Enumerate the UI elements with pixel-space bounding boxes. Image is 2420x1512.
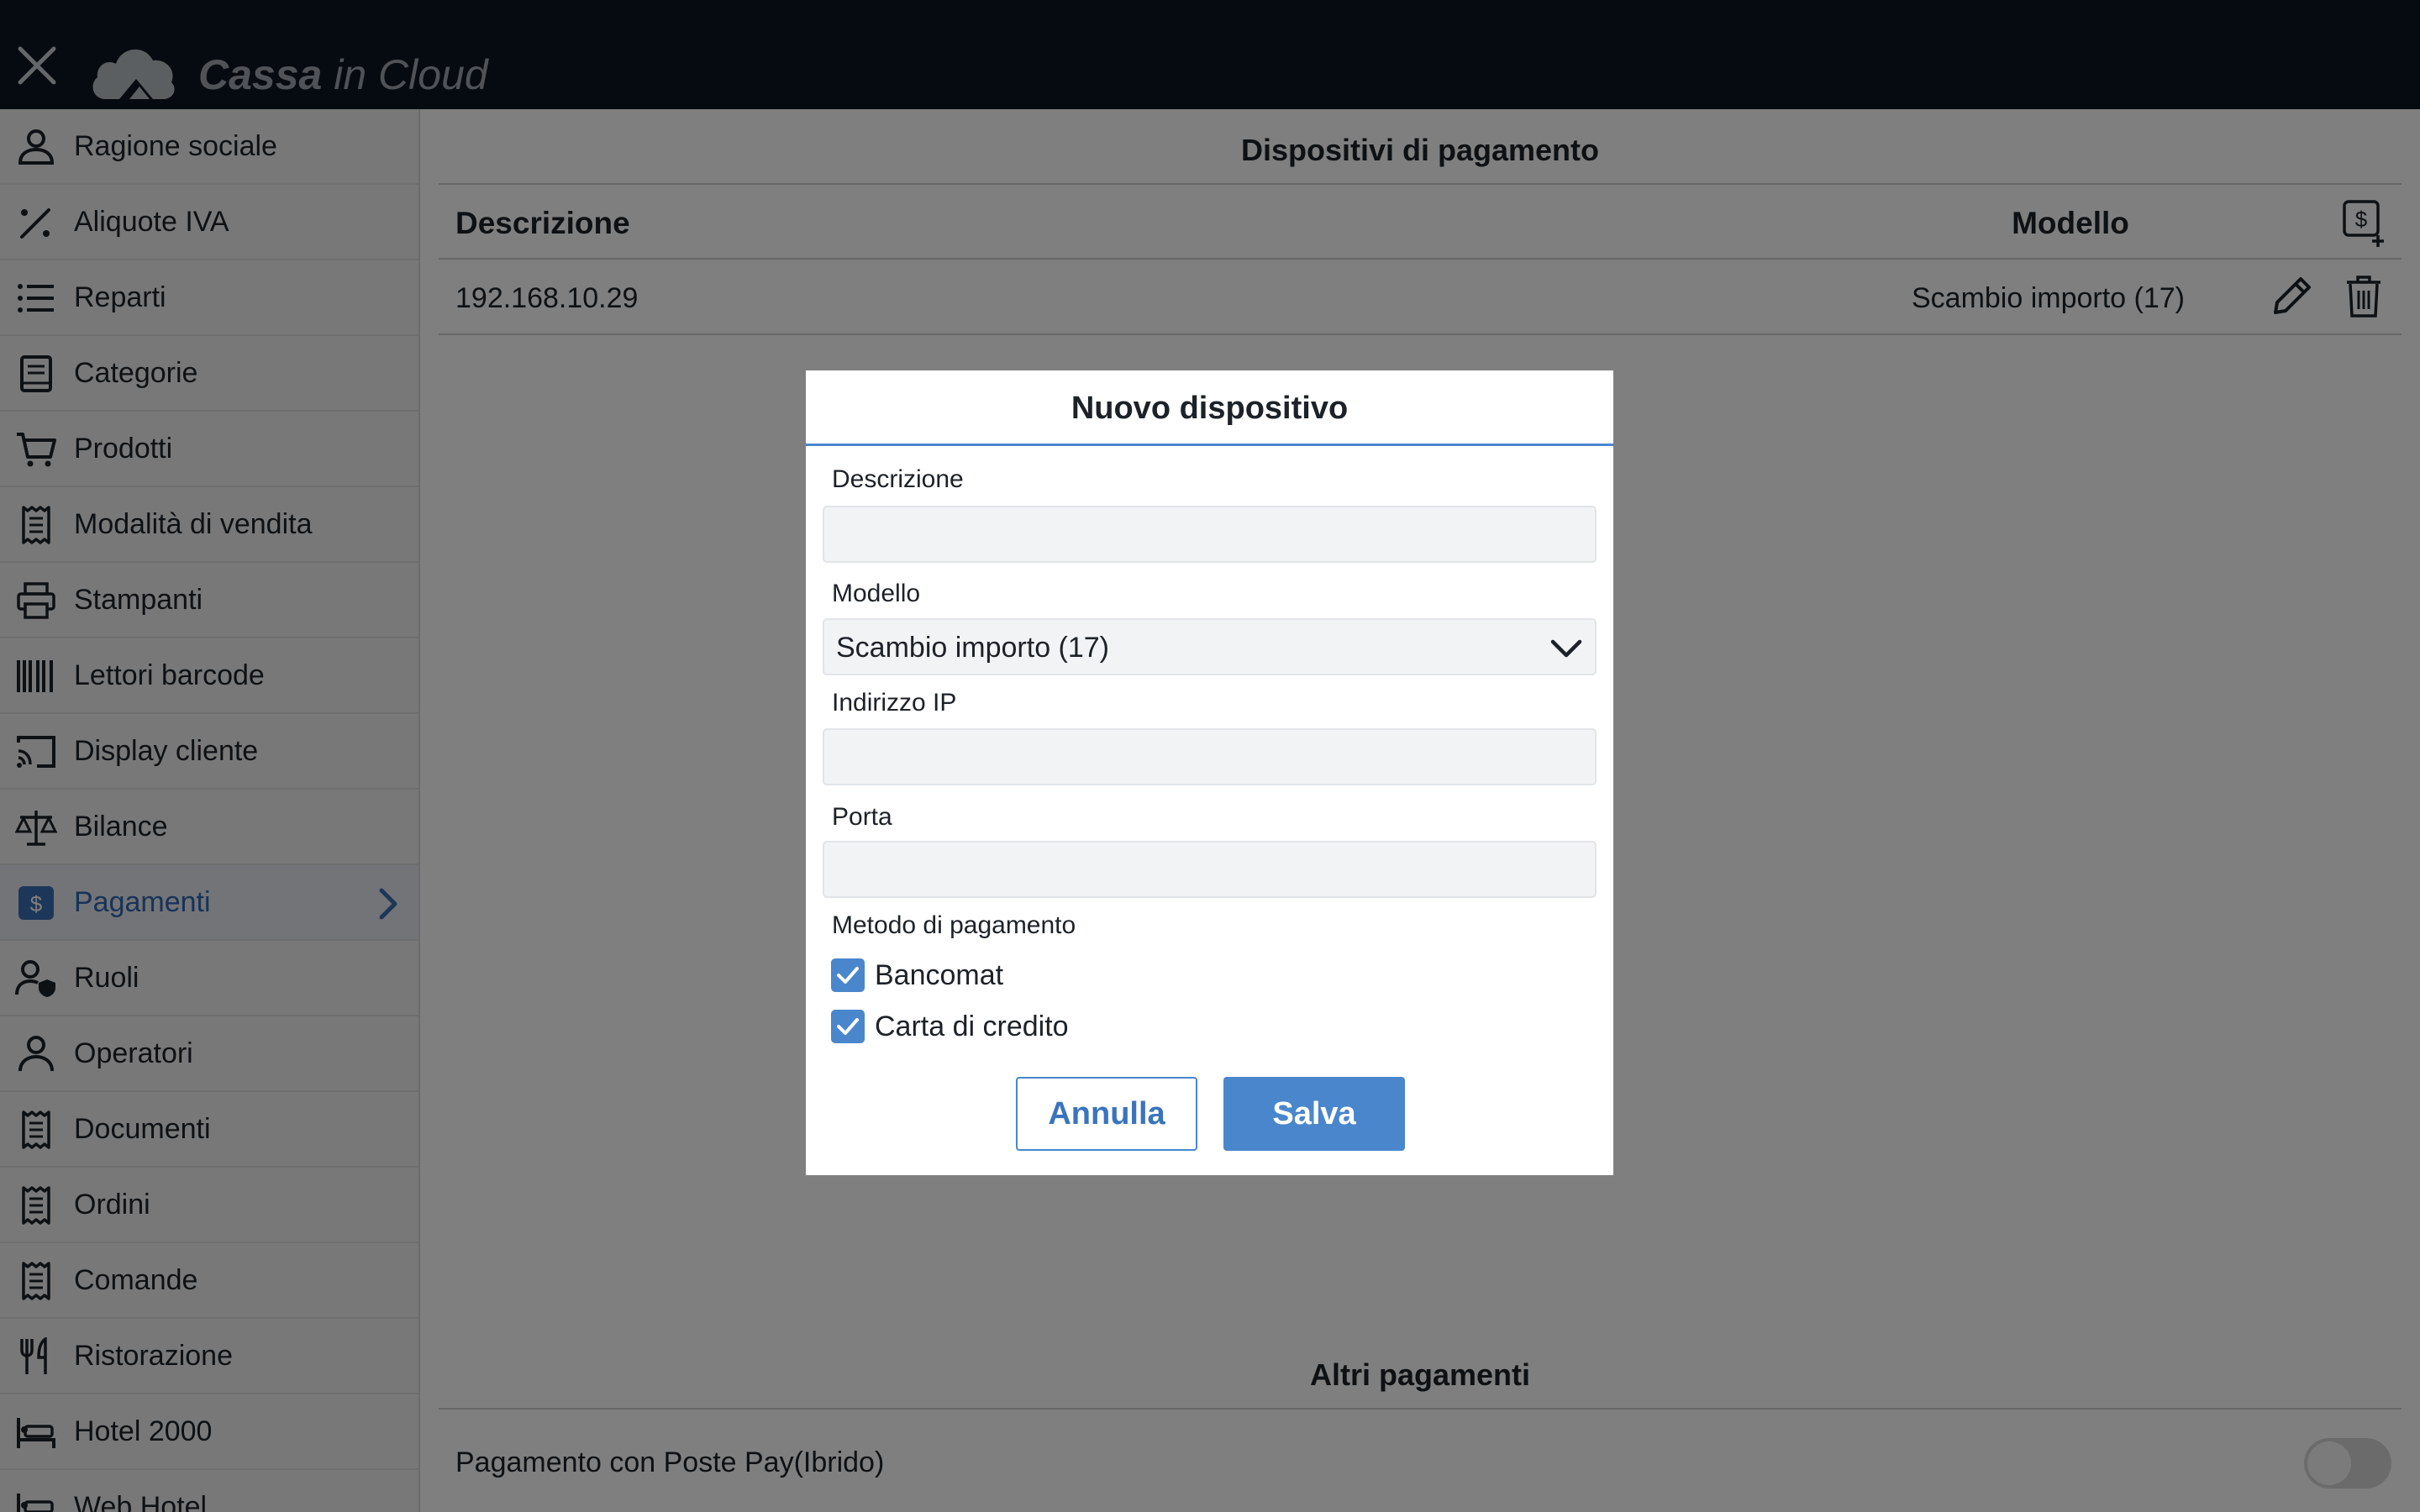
model-select-value: Scambio importo (17) [836,632,1110,664]
ip-address-input[interactable] [823,728,1597,785]
new-device-dialog: Nuovo dispositivo Descrizione Modello Sc… [806,370,1613,1175]
bancomat-checkbox[interactable] [831,958,865,992]
save-button[interactable]: Salva [1223,1077,1405,1151]
model-select[interactable]: Scambio importo (17) [823,618,1597,675]
description-input[interactable] [823,506,1597,563]
ip-address-label: Indirizzo IP [832,689,957,717]
credit-card-label: Carta di credito [875,1010,1069,1042]
port-input[interactable] [823,841,1597,898]
description-label: Descrizione [832,465,964,493]
checkmark-icon [837,967,859,984]
checkmark-icon [837,1018,859,1035]
cancel-button[interactable]: Annulla [1016,1077,1197,1151]
payment-method-label: Metodo di pagamento [832,911,1076,939]
chevron-down-icon [1550,639,1582,658]
bancomat-option[interactable]: Bancomat [831,958,1003,993]
credit-card-option[interactable]: Carta di credito [831,1009,1069,1044]
model-label: Modello [832,580,921,607]
dialog-title: Nuovo dispositivo [806,370,1613,446]
bancomat-label: Bancomat [875,958,1004,991]
credit-card-checkbox[interactable] [831,1010,865,1043]
port-label: Porta [832,803,892,831]
